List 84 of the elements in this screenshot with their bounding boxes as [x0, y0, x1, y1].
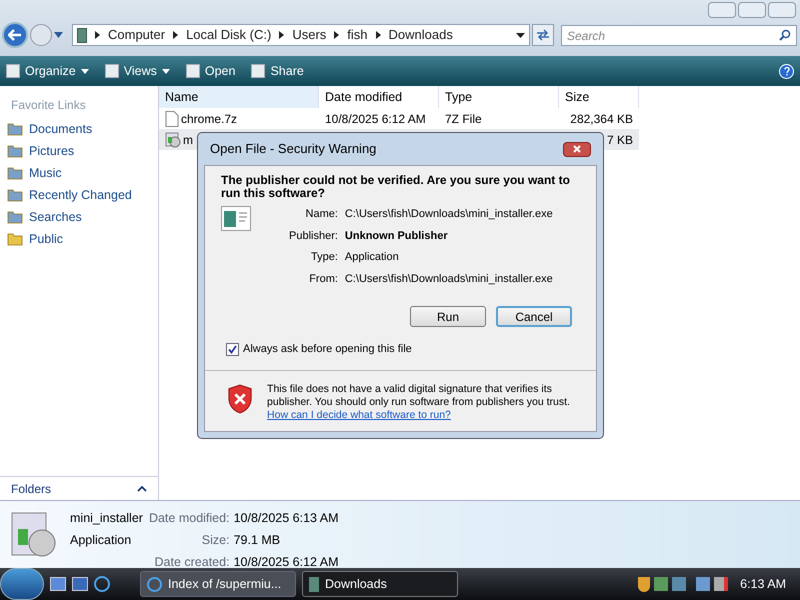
- search-field[interactable]: Search: [561, 25, 797, 46]
- dialog-title: Open File - Security Warning: [210, 140, 376, 158]
- close-button[interactable]: [563, 142, 591, 156]
- installer-icon: [165, 132, 181, 148]
- sidebar-item[interactable]: Public: [0, 228, 158, 250]
- checkbox-label: Always ask before opening this file: [243, 342, 412, 357]
- breadcrumb-arrow-icon: [95, 31, 100, 39]
- toolbar-button[interactable]: Organize: [6, 62, 89, 80]
- sidebar-item[interactable]: Documents: [0, 118, 158, 140]
- sidebar-item[interactable]: Pictures: [0, 140, 158, 162]
- details-name: mini_installer: [70, 510, 143, 527]
- warning-text: This file does not have a valid digital signature that verifies its publisher. You should only run software from publishers you trust.: [267, 382, 571, 408]
- toolbar-item-icon: [186, 64, 200, 78]
- toolbar-button[interactable]: Share: [251, 62, 304, 80]
- file-name: m: [183, 132, 193, 148]
- toolbar-item-icon: [6, 64, 20, 78]
- caret-icon: [80, 68, 89, 74]
- breadcrumb[interactable]: Downloads: [388, 25, 453, 45]
- tray-icon: [672, 577, 686, 591]
- breadcrumb[interactable]: Local Disk (C:): [186, 25, 272, 45]
- dialog-button[interactable]: Run: [410, 306, 486, 327]
- taskbar-button[interactable]: Index of /supermiu...: [140, 571, 296, 597]
- file-type: 7Z File: [445, 112, 482, 126]
- clock: 6:13 AM: [740, 576, 786, 593]
- toolbar-button[interactable]: Views: [104, 62, 170, 80]
- file-name: chrome.7z: [181, 110, 238, 128]
- section-heading: Favorite Links: [11, 98, 86, 112]
- file-date: 10/8/2025 6:12 AM: [325, 112, 426, 126]
- breadcrumb-arrow-icon: [376, 31, 381, 39]
- warning-heading: The publisher could not be verified. Are you sure you want to run this software?: [221, 174, 571, 200]
- caret-icon: [162, 68, 170, 74]
- browser-icon[interactable]: [94, 576, 110, 592]
- refresh-arrows-icon: [536, 29, 550, 41]
- help-link[interactable]: How can I decide what software to run?: [267, 408, 451, 420]
- sidebar-item[interactable]: Searches: [0, 206, 158, 228]
- history-caret-icon[interactable]: [54, 32, 63, 38]
- details-label: Date created:: [154, 554, 230, 570]
- field-value: Application: [344, 250, 400, 265]
- details-value: 10/8/2025 6:13 AM: [234, 510, 339, 527]
- search-icon: [779, 29, 791, 41]
- dropdown-caret-icon[interactable]: [516, 32, 525, 38]
- taskbar-button[interactable]: Downloads: [302, 571, 458, 597]
- refresh-icon[interactable]: [532, 24, 554, 46]
- browser-icon: [147, 576, 162, 592]
- toolbar-item-icon: [251, 64, 266, 78]
- breadcrumb[interactable]: fish: [347, 25, 368, 45]
- field-label: Publisher:: [288, 228, 338, 244]
- toolbar-item-icon: [104, 64, 119, 78]
- field-label: Type:: [310, 250, 338, 265]
- field-label: Name:: [304, 207, 338, 222]
- breadcrumb-arrow-icon: [334, 31, 340, 39]
- field-value: C:\Users\fish\Downloads\mini_installer.exe: [344, 272, 553, 286]
- file-size: 7 KB: [606, 132, 633, 146]
- start-button[interactable]: [0, 568, 44, 600]
- collapse-icon[interactable]: [137, 486, 147, 492]
- details-value: 10/8/2025 6:12 AM: [234, 554, 339, 570]
- help-icon[interactable]: [779, 64, 794, 78]
- tray-icon: [654, 577, 668, 591]
- file-row[interactable]: chrome.7z 10/8/2025 6:12 AM 7Z File 282,364 KB: [159, 108, 639, 129]
- toolbar-button[interactable]: Open: [186, 62, 236, 80]
- program-icon: [221, 206, 251, 231]
- back-icon[interactable]: [2, 22, 28, 48]
- checkbox[interactable]: [226, 342, 239, 356]
- column-header[interactable]: Name: [159, 86, 319, 108]
- details-label: Date modified:: [148, 510, 230, 527]
- field-value: Unknown Publisher: [344, 228, 449, 244]
- details-type: Application: [70, 532, 132, 549]
- file-size: 282,364 KB: [570, 112, 633, 126]
- field-label: From:: [308, 272, 338, 286]
- breadcrumb-arrow-icon: [173, 31, 178, 39]
- sidebar-item[interactable]: Recently Changed: [0, 184, 158, 206]
- details-label: Size:: [200, 532, 230, 549]
- address-bar[interactable]: Computer Local Disk (C:) Users fish Downloads: [72, 24, 530, 46]
- details-value: 79.1 MB: [234, 532, 282, 549]
- shield-error-icon: [227, 382, 254, 414]
- breadcrumb[interactable]: Computer: [108, 25, 166, 45]
- dialog-button[interactable]: Cancel: [496, 306, 572, 327]
- breadcrumb[interactable]: Users: [292, 25, 326, 45]
- document-icon: [165, 110, 179, 126]
- security-shield-icon: [638, 576, 650, 592]
- folders-label[interactable]: Folders: [11, 480, 52, 498]
- breadcrumb-arrow-icon: [279, 31, 284, 39]
- sidebar-item[interactable]: Music: [0, 162, 158, 184]
- field-value: C:\Users\fish\Downloads\mini_installer.exe: [344, 207, 553, 222]
